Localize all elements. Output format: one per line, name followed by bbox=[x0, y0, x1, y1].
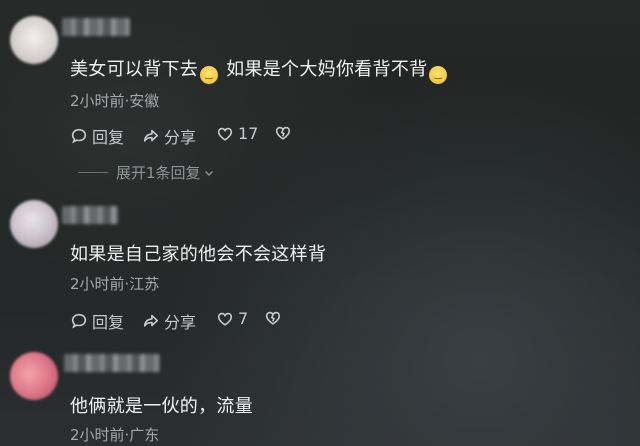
username[interactable] bbox=[62, 206, 118, 224]
like-count: 7 bbox=[238, 309, 249, 328]
comment-text-part1: 美女可以背下去 bbox=[70, 59, 199, 80]
sweat-smile-emoji-icon: ‿ bbox=[429, 66, 448, 84]
reply-button[interactable]: 回复 bbox=[70, 124, 124, 148]
avatar[interactable] bbox=[10, 16, 58, 64]
like-count: 17 bbox=[238, 124, 259, 143]
comment-bubble-icon bbox=[71, 313, 87, 329]
like-button[interactable]: 7 bbox=[216, 309, 248, 328]
sweat-smile-emoji-icon: ‿ bbox=[200, 66, 219, 84]
comment-meta: 2小时前·江苏 bbox=[70, 275, 160, 293]
heart-icon bbox=[217, 127, 233, 141]
broken-heart-icon bbox=[265, 311, 281, 325]
like-button[interactable]: 17 bbox=[216, 124, 258, 143]
share-label: 分享 bbox=[164, 313, 197, 332]
dislike-button[interactable] bbox=[274, 124, 296, 142]
comment-text: 他俩就是一伙的，流量 bbox=[70, 396, 253, 417]
share-arrow-icon bbox=[143, 314, 159, 327]
comment-meta: 2小时前·安徽 bbox=[70, 92, 160, 110]
expand-replies-label: 展开1条回复 bbox=[116, 164, 201, 182]
comment-text: 美女可以背下去 ‿ 如果是个大妈你看背不背 ‿ bbox=[70, 55, 449, 84]
reply-button[interactable]: 回复 bbox=[70, 309, 124, 333]
chevron-down-icon bbox=[204, 170, 213, 176]
share-button[interactable]: 分享 bbox=[142, 124, 196, 148]
broken-heart-icon bbox=[275, 126, 291, 140]
username[interactable] bbox=[64, 354, 160, 372]
share-arrow-icon bbox=[143, 129, 159, 142]
reply-label: 回复 bbox=[92, 128, 125, 147]
avatar[interactable] bbox=[10, 200, 58, 248]
comment-text-part2: 如果是个大妈你看背不背 bbox=[226, 59, 428, 80]
comment-bubble-icon bbox=[71, 128, 87, 144]
share-label: 分享 bbox=[164, 128, 197, 147]
dislike-button[interactable] bbox=[264, 309, 286, 327]
comment-meta: 2小时前·广东 bbox=[70, 426, 160, 444]
heart-icon bbox=[217, 312, 233, 326]
username[interactable] bbox=[62, 18, 130, 36]
divider-line bbox=[78, 172, 108, 173]
share-button[interactable]: 分享 bbox=[142, 309, 196, 333]
avatar[interactable] bbox=[10, 352, 58, 400]
comment-text: 如果是自己家的他会不会这样背 bbox=[70, 244, 327, 265]
expand-replies-button[interactable]: 展开1条回复 bbox=[78, 162, 215, 183]
reply-label: 回复 bbox=[92, 313, 125, 332]
